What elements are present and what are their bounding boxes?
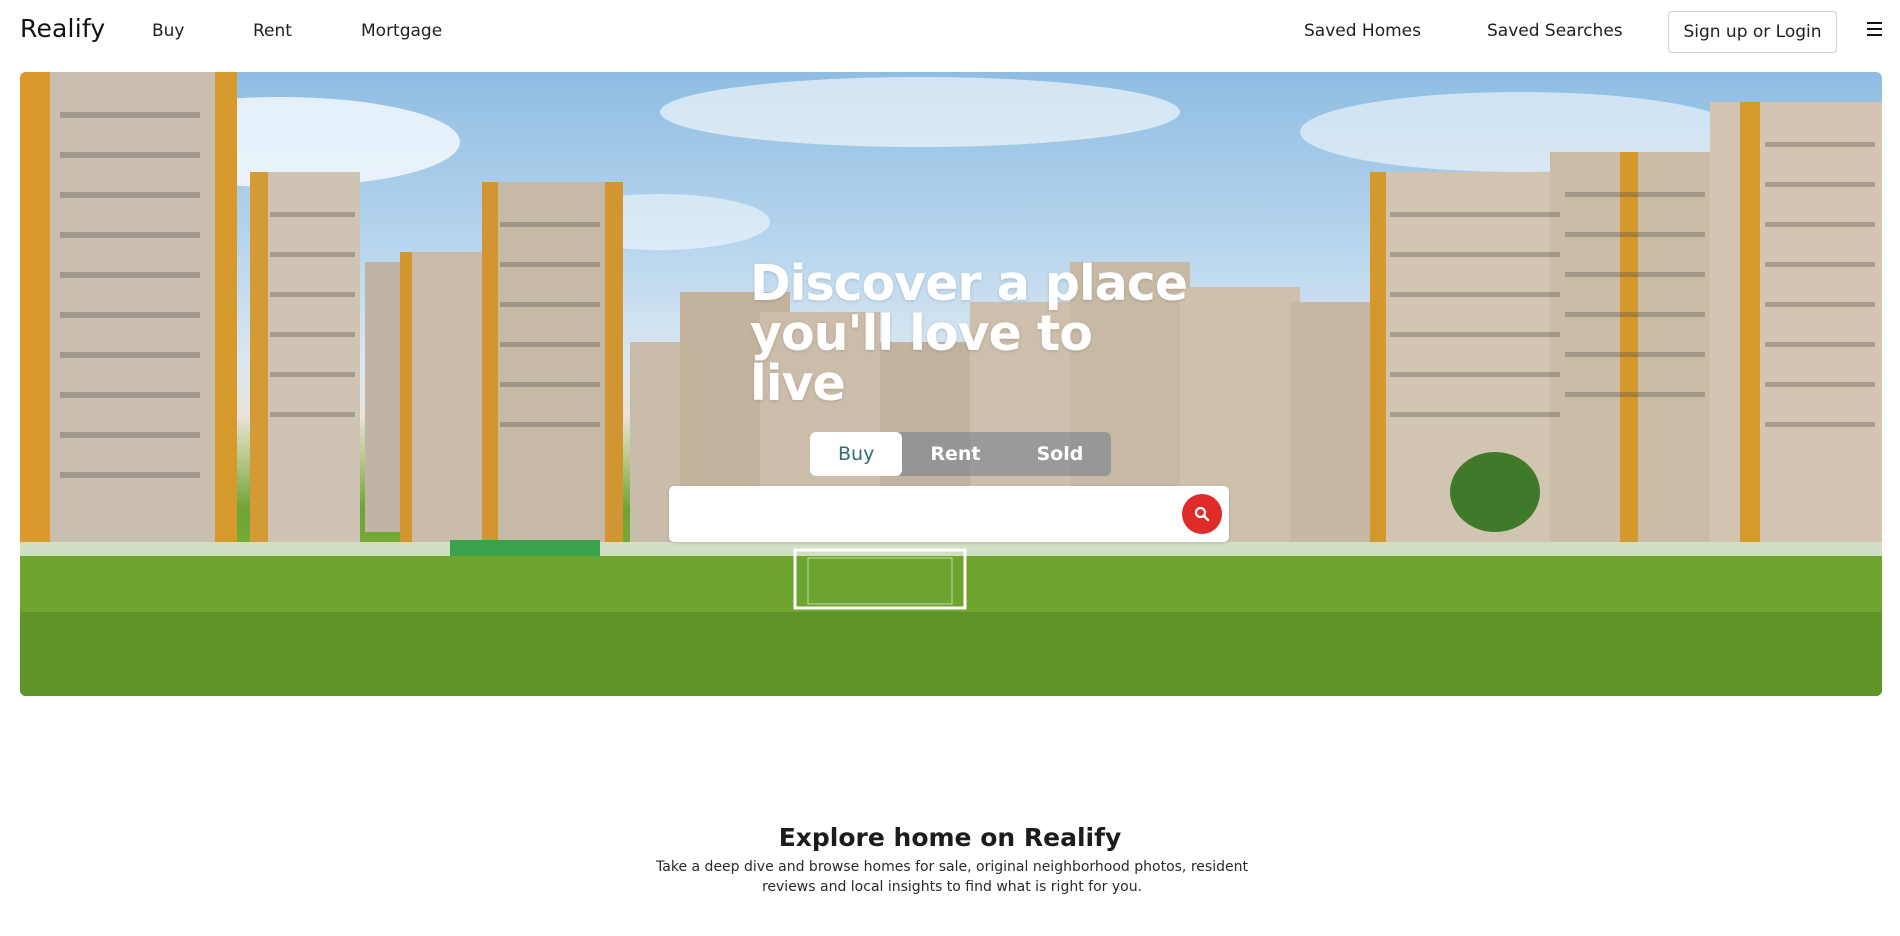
tab-sold[interactable]: Sold (1008, 432, 1111, 476)
top-navbar: Realify Buy Rent Mortgage Saved Homes Sa… (0, 0, 1900, 64)
nav-link-buy[interactable]: Buy (152, 21, 185, 41)
tab-buy[interactable]: Buy (810, 432, 903, 476)
nav-link-rent[interactable]: Rent (253, 21, 292, 41)
search-icon (1194, 506, 1210, 522)
explore-description: Take a deep dive and browse homes for sa… (656, 859, 1248, 895)
nav-link-mortgage[interactable]: Mortgage (361, 21, 442, 41)
hamburger-menu-icon[interactable] (1867, 22, 1882, 36)
site-logo[interactable]: Realify (20, 14, 105, 43)
nav-link-saved-homes[interactable]: Saved Homes (1304, 21, 1421, 41)
hero-headline-line1: Discover a place (750, 255, 1188, 312)
search-button[interactable] (1182, 494, 1222, 534)
search-mode-tabs: Buy Rent Sold (810, 432, 1112, 476)
signup-login-button[interactable]: Sign up or Login (1668, 11, 1837, 53)
search-input[interactable] (683, 496, 1163, 532)
hero-headline-line2: you'll love to live (750, 305, 1093, 412)
tab-rent[interactable]: Rent (902, 432, 1008, 476)
hero-banner: Discover a place you'll love to live Buy… (20, 72, 1882, 696)
nav-link-saved-searches[interactable]: Saved Searches (1487, 21, 1623, 41)
search-bar (669, 486, 1229, 542)
explore-heading: Explore home on Realify (778, 823, 1122, 852)
hero-headline: Discover a place you'll love to live (750, 259, 1190, 409)
